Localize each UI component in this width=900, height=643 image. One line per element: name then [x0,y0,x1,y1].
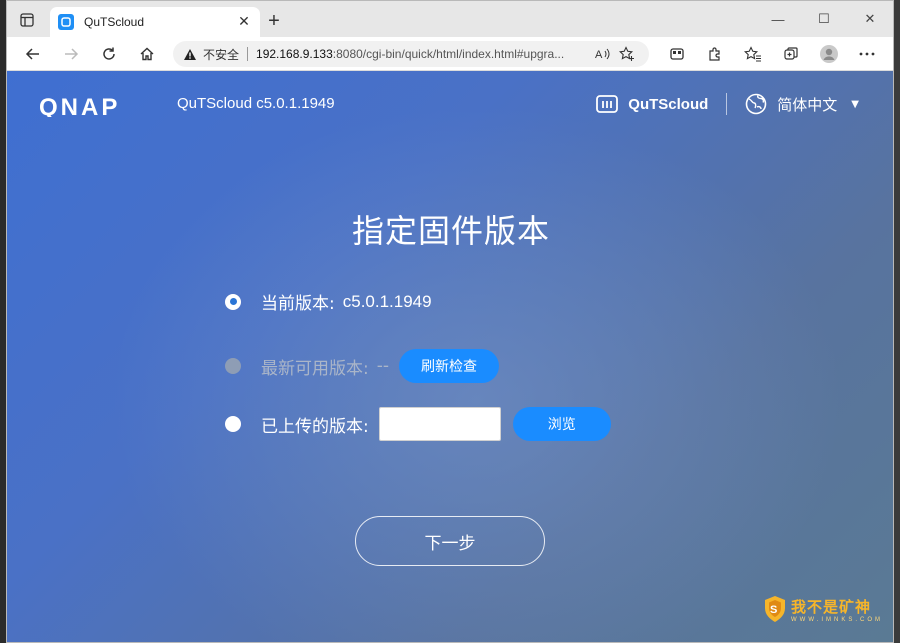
language-label: 简体中文 [777,95,838,114]
header-divider [726,93,728,115]
minimize-button[interactable]: — [755,1,801,37]
close-tab-icon[interactable]: ✕ [236,14,252,30]
tab-strip: QuTScloud ✕ + — ☐ ✕ [7,1,893,37]
browser-toolbar: 不安全 192.168.9.133:8080/cgi-bin/quick/htm… [7,37,893,71]
option-latest-version: 最新可用版本: -- 刷新检查 [225,349,500,383]
qutscloud-favicon-icon [58,14,74,30]
tab-actions-button[interactable] [15,9,39,31]
puzzle-icon [709,47,720,61]
browse-button[interactable]: 浏览 [512,407,611,441]
watermark-subtitle: WWW.IMNKS.COM [791,616,883,623]
watermark: S 我不是矿神 WWW.IMNKS.COM [763,595,883,623]
maximize-button[interactable]: ☐ [801,1,847,37]
qnap-logo-icon: QNAP [39,95,120,117]
svg-text:A: A [595,49,603,61]
product-version: QuTScloud c5.0.1.1949 [177,95,335,112]
browser-essentials-button[interactable] [777,41,805,67]
address-bar[interactable]: 不安全 192.168.9.133:8080/cgi-bin/quick/htm… [173,41,649,67]
warning-icon[interactable] [183,48,197,61]
tab-collections-icon [784,47,798,60]
watermark-title: 我不是矿神 [791,597,872,616]
next-step-button[interactable]: 下一步 [355,516,545,566]
close-window-button[interactable]: ✕ [847,1,893,37]
language-selector[interactable]: 简体中文 ▼ [745,93,859,115]
qutscloud-label: QuTScloud [628,95,709,113]
tab-title: QuTScloud [84,15,145,29]
new-tab-button[interactable]: + [263,10,285,32]
header-right: QuTScloud 简体中文 ▼ [596,93,859,115]
browser-tab-active[interactable]: QuTScloud ✕ [50,7,260,37]
security-status-label[interactable]: 不安全 [203,46,239,63]
current-version-label: 当前版本: [261,294,335,314]
window-controls: — ☐ ✕ [755,1,893,37]
arrow-right-icon [65,48,79,60]
refresh-check-button[interactable]: 刷新检查 [399,349,500,383]
collections-icon [670,48,684,60]
shield-icon: S [765,596,785,622]
option-current-version[interactable]: 当前版本: c5.0.1.1949 [225,289,432,314]
avatar-icon [820,45,838,63]
url-text[interactable]: 192.168.9.133:8080/cgi-bin/quick/html/in… [256,47,591,61]
refresh-icon [103,47,115,60]
home-icon [140,47,154,61]
more-dots-icon [859,52,875,56]
read-aloud-icon[interactable]: A [591,44,615,64]
radio-latest-version [225,358,241,374]
latest-version-label: 最新可用版本: [261,358,369,379]
server-icon [596,95,619,113]
firmware-page: QNAP QuTScloud c5.0.1.1949 QuTScloud 简体中… [7,71,893,642]
back-button[interactable] [19,41,47,67]
extensions-button[interactable] [701,41,729,67]
url-path: :8080/cgi-bin/quick/html/index.html#upgr… [332,47,565,61]
uploaded-version-label: 已上传的版本: [261,416,369,437]
url-host: 192.168.9.133 [256,47,333,61]
qutscloud-indicator: QuTScloud [596,94,708,114]
brand-text: QNAP [39,95,120,117]
favorites-button[interactable] [739,41,767,67]
home-button[interactable] [133,41,161,67]
refresh-button[interactable] [95,41,123,67]
globe-icon [745,93,767,115]
favorites-icon [744,46,761,62]
chevron-down-icon: ▼ [851,98,859,110]
current-version-value: c5.0.1.1949 [342,291,432,311]
qnap-logo: QNAP [39,95,163,117]
uploaded-file-input[interactable] [378,407,501,441]
option-uploaded-version[interactable]: 已上传的版本: 浏览 [225,407,611,441]
browser-window: QuTScloud ✕ + — ☐ ✕ 不安全 192.168.9.133:80… [6,0,894,643]
radio-dot [229,298,237,305]
collections-button[interactable] [663,41,691,67]
address-separator [247,47,249,61]
profile-button[interactable] [815,41,843,67]
forward-button[interactable] [57,41,85,67]
radio-uploaded-version[interactable] [225,416,241,432]
page-title: 指定固件版本 [351,212,550,250]
add-favorite-icon[interactable] [615,44,639,64]
svg-text:S: S [770,604,777,616]
arrow-left-icon [25,48,39,60]
latest-version-value: -- [376,356,390,376]
tab-actions-icon [20,13,34,27]
settings-more-button[interactable] [853,41,881,67]
radio-current-version[interactable] [225,293,241,310]
